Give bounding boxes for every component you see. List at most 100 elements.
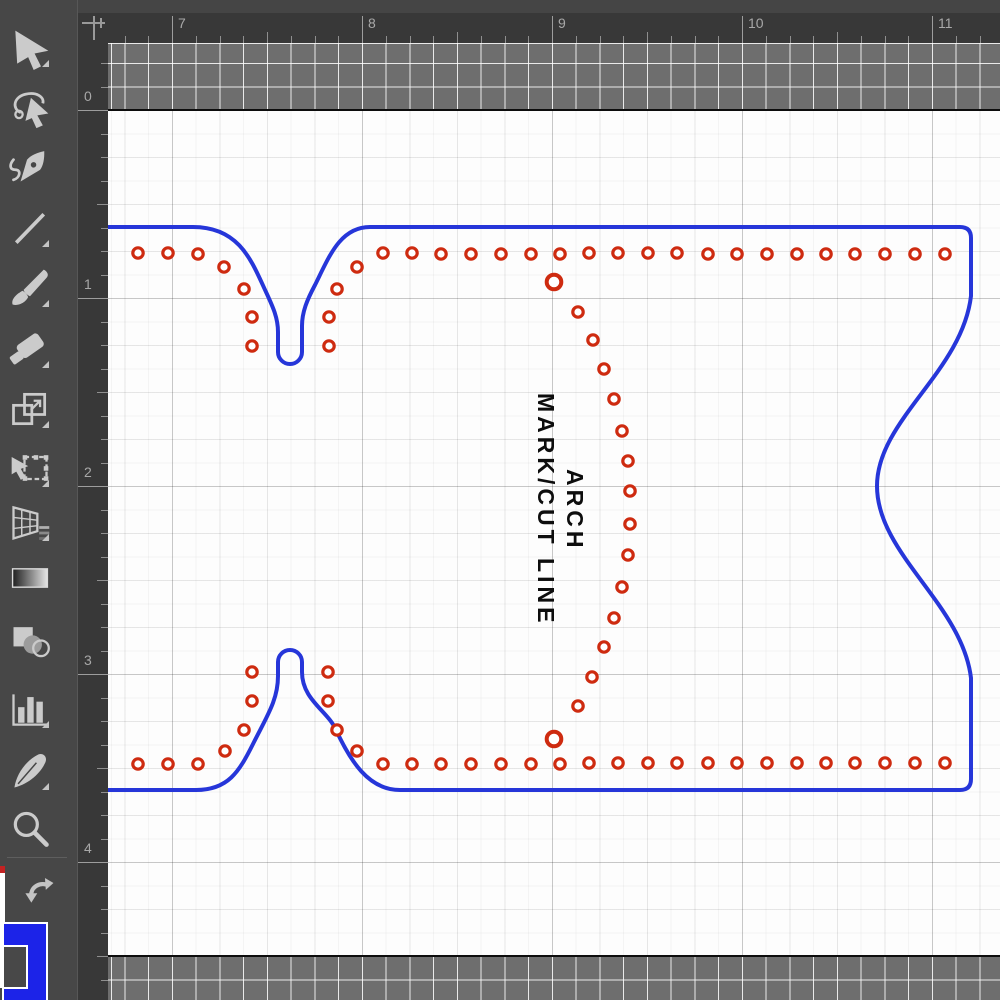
ruler-label: 2 bbox=[84, 464, 92, 480]
ruler-tick bbox=[956, 36, 957, 43]
submenu-triangle bbox=[42, 721, 49, 728]
ruler-tick bbox=[861, 36, 862, 43]
ruler-tick bbox=[433, 36, 434, 43]
zoom-tool[interactable] bbox=[8, 807, 52, 851]
ruler-tick bbox=[101, 980, 108, 981]
submenu-triangle bbox=[42, 421, 49, 428]
free-transform-tool[interactable] bbox=[8, 446, 52, 490]
ruler-tick-major bbox=[552, 16, 553, 43]
ruler-tick bbox=[101, 792, 108, 793]
ruler-tick bbox=[97, 768, 108, 769]
ruler-tick bbox=[766, 36, 767, 43]
fill-swatch-corner bbox=[0, 866, 5, 873]
lasso-selection-tool[interactable] bbox=[8, 86, 52, 130]
ruler-tick bbox=[101, 439, 108, 440]
ruler-tick bbox=[148, 36, 149, 43]
horizontal-ruler[interactable]: 7 8 9 10 11 bbox=[108, 13, 1000, 43]
ruler-tick bbox=[101, 87, 108, 88]
ruler-tick bbox=[101, 909, 108, 910]
submenu-triangle bbox=[42, 60, 49, 67]
ruler-tick bbox=[101, 369, 108, 370]
scale-tool[interactable] bbox=[8, 387, 52, 431]
ruler-tick bbox=[220, 36, 221, 43]
line-segment-tool[interactable] bbox=[8, 206, 52, 250]
ruler-tick bbox=[101, 510, 108, 511]
artboard-bottom-edge bbox=[108, 955, 1000, 957]
ruler-tick bbox=[291, 36, 292, 43]
ruler-tick bbox=[101, 275, 108, 276]
ruler-tick bbox=[837, 32, 838, 43]
ruler-tick bbox=[695, 36, 696, 43]
ruler-tick bbox=[338, 36, 339, 43]
ruler-tick bbox=[528, 36, 529, 43]
artboard-top-edge bbox=[108, 109, 1000, 111]
ruler-label: 3 bbox=[84, 652, 92, 668]
selection-tool[interactable] bbox=[8, 26, 52, 70]
ruler-tick bbox=[980, 36, 981, 43]
ruler-tick bbox=[97, 204, 108, 205]
ruler-tick bbox=[97, 956, 108, 957]
knife-tool[interactable] bbox=[8, 749, 52, 793]
ruler-origin-corner[interactable] bbox=[78, 13, 108, 43]
ruler-tick bbox=[101, 181, 108, 182]
ruler-tick-major bbox=[78, 674, 108, 675]
submenu-triangle bbox=[42, 534, 49, 541]
ruler-tick-major bbox=[742, 16, 743, 43]
ruler-tick bbox=[410, 36, 411, 43]
submenu-triangle bbox=[42, 300, 49, 307]
pen-tool[interactable] bbox=[8, 145, 52, 189]
stroke-swatch-hole bbox=[2, 945, 28, 989]
ruler-tick bbox=[243, 36, 244, 43]
illustrator-app: ARCH MARK/CUT LINE 7 8 9 10 11 0 1 2 3 4 bbox=[0, 0, 1000, 1000]
ruler-tick-major bbox=[78, 298, 108, 299]
toolbar bbox=[0, 0, 78, 1000]
ruler-label: 8 bbox=[368, 15, 376, 31]
ruler-label: 9 bbox=[558, 15, 566, 31]
submenu-triangle bbox=[42, 240, 49, 247]
ruler-tick-major bbox=[78, 110, 108, 111]
ruler-tick bbox=[101, 745, 108, 746]
ruler-tick bbox=[101, 134, 108, 135]
lasso-arrow-icon bbox=[13, 92, 49, 129]
ruler-tick-major bbox=[932, 16, 933, 43]
ruler-tick bbox=[97, 392, 108, 393]
ruler-tick bbox=[386, 36, 387, 43]
swap-fill-stroke-button[interactable] bbox=[22, 872, 56, 906]
ruler-tick bbox=[908, 36, 909, 43]
ruler-tick bbox=[101, 627, 108, 628]
ruler-tick bbox=[813, 36, 814, 43]
ruler-tick bbox=[623, 36, 624, 43]
submenu-triangle bbox=[42, 480, 49, 487]
paintbrush-tool[interactable] bbox=[8, 266, 52, 310]
ruler-tick bbox=[101, 651, 108, 652]
perspective-grid-tool[interactable] bbox=[8, 500, 52, 544]
gradient-tool[interactable] bbox=[8, 556, 52, 600]
pattern-text-label[interactable]: ARCH MARK/CUT LINE bbox=[531, 380, 589, 640]
ruler-tick bbox=[101, 157, 108, 158]
column-graph-tool[interactable] bbox=[8, 687, 52, 731]
ruler-tick-major bbox=[78, 862, 108, 863]
ruler-tick-major bbox=[362, 16, 363, 43]
ruler-tick bbox=[505, 36, 506, 43]
pen-nib-icon bbox=[9, 151, 45, 182]
ruler-tick bbox=[125, 36, 126, 43]
ruler-tick bbox=[101, 698, 108, 699]
ruler-tick bbox=[101, 933, 108, 934]
vertical-ruler[interactable]: 0 1 2 3 4 bbox=[78, 43, 108, 1000]
ruler-tick-major bbox=[78, 486, 108, 487]
ruler-tick bbox=[196, 36, 197, 43]
submenu-triangle bbox=[42, 361, 49, 368]
submenu-triangle bbox=[42, 783, 49, 790]
ruler-origin-crosshair-icon bbox=[82, 16, 105, 40]
ruler-tick bbox=[97, 580, 108, 581]
label-line-arch: ARCH bbox=[562, 468, 588, 552]
stroke-color-swatch[interactable] bbox=[2, 922, 48, 1000]
shape-builder-tool[interactable] bbox=[8, 618, 52, 662]
eraser-tool[interactable] bbox=[8, 327, 52, 371]
ruler-label: 1 bbox=[84, 276, 92, 292]
ruler-tick bbox=[101, 839, 108, 840]
ruler-label: 10 bbox=[748, 15, 764, 31]
ruler-tick bbox=[101, 416, 108, 417]
ruler-tick bbox=[267, 32, 268, 43]
ruler-label: 4 bbox=[84, 840, 92, 856]
